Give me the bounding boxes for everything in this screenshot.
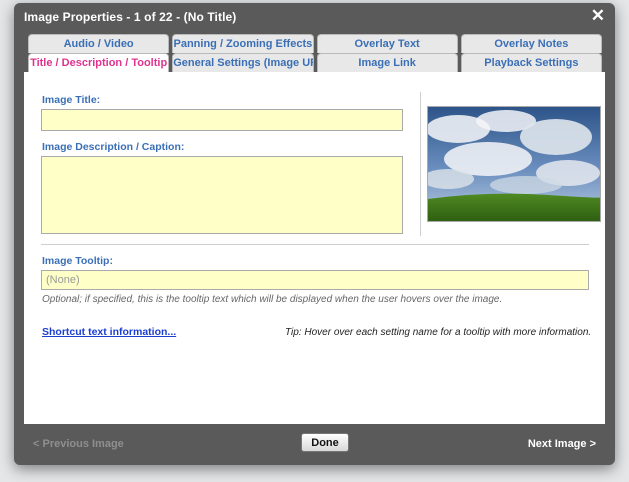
tab-image-link[interactable]: Image Link xyxy=(316,53,458,72)
tab-playback-settings[interactable]: Playback Settings xyxy=(460,53,602,72)
image-properties-dialog: Image Properties - 1 of 22 - (No Title) … xyxy=(14,3,615,465)
previous-image-button[interactable]: < Previous Image xyxy=(33,438,124,450)
tab-panel: Image Title: Image Description / Caption… xyxy=(24,72,605,424)
image-title-label: Image Title: xyxy=(42,94,101,106)
image-tooltip-input[interactable] xyxy=(41,270,589,290)
tab-general-settings[interactable]: General Settings (Image URLs) xyxy=(172,53,314,72)
tab-audio-video[interactable]: Audio / Video xyxy=(28,34,170,53)
image-title-input[interactable] xyxy=(41,109,403,131)
done-button[interactable]: Done xyxy=(301,433,349,452)
landscape-preview-image xyxy=(428,107,600,221)
image-tooltip-hint: Optional; if specified, this is the tool… xyxy=(42,294,503,305)
image-tooltip-label: Image Tooltip: xyxy=(42,255,113,267)
image-preview-thumbnail xyxy=(427,106,601,222)
close-icon[interactable]: ✕ xyxy=(591,6,605,26)
tab-title-description-tooltip[interactable]: Title / Description / Tooltip xyxy=(28,53,170,72)
tab-panning-zooming-effects[interactable]: Panning / Zooming Effects xyxy=(172,34,314,53)
next-image-button[interactable]: Next Image > xyxy=(528,438,596,450)
dialog-titlebar: Image Properties - 1 of 22 - (No Title) … xyxy=(14,3,615,31)
image-description-label: Image Description / Caption: xyxy=(42,141,185,153)
tab-overlay-text[interactable]: Overlay Text xyxy=(316,34,458,53)
vertical-divider xyxy=(420,92,421,236)
tab-overlay-notes[interactable]: Overlay Notes xyxy=(460,34,602,53)
tip-text: Tip: Hover over each setting name for a … xyxy=(285,327,592,338)
shortcut-text-information-link[interactable]: Shortcut text information... xyxy=(42,326,176,338)
image-description-input[interactable] xyxy=(41,156,403,234)
horizontal-divider xyxy=(41,244,589,245)
tab-row-top: Audio / Video Panning / Zooming Effects … xyxy=(28,34,602,53)
tab-row-bottom: Title / Description / Tooltip General Se… xyxy=(28,53,602,72)
dialog-footer: < Previous Image Done Next Image > xyxy=(14,425,615,465)
dialog-title: Image Properties - 1 of 22 - (No Title) xyxy=(24,10,237,24)
